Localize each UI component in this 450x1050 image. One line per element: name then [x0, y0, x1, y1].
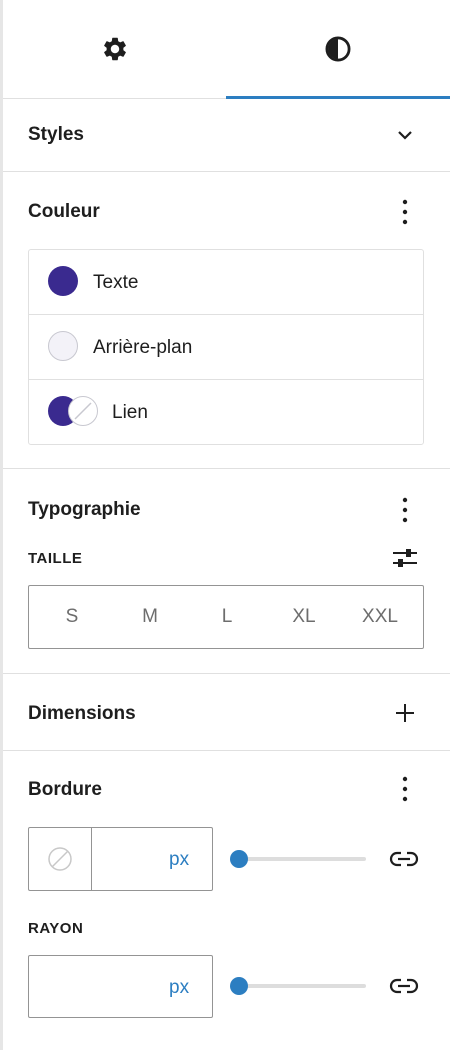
color-item-label: Arrière-plan — [93, 337, 193, 358]
border-title: Bordure — [28, 779, 102, 800]
color-item-link[interactable]: Lien — [29, 380, 423, 444]
link-icon — [389, 851, 419, 867]
no-border-style-icon — [48, 847, 72, 871]
border-panel: Bordure px RAYON px — [3, 751, 450, 1050]
color-panel: Couleur Texte Arrière-plan Lien — [3, 172, 450, 469]
typography-title: Typographie — [28, 499, 141, 520]
color-options-button[interactable] — [389, 196, 421, 228]
color-item-background[interactable]: Arrière-plan — [29, 315, 423, 379]
styles-panel[interactable]: Styles — [3, 98, 450, 172]
font-size-label: TAILLE — [28, 550, 83, 567]
styles-toggle-button[interactable] — [389, 119, 421, 151]
border-radius-label: RAYON — [28, 920, 84, 937]
tab-styles[interactable] — [226, 0, 450, 99]
border-width-link-button[interactable] — [388, 843, 420, 875]
font-size-option-l[interactable]: L — [184, 586, 270, 648]
half-contrast-icon — [325, 36, 351, 62]
dimensions-title: Dimensions — [28, 703, 136, 724]
border-width-unit[interactable]: px — [169, 849, 189, 871]
border-width-control: px — [28, 827, 213, 891]
border-color-style-button[interactable] — [29, 828, 92, 890]
no-color-slash-icon — [74, 402, 92, 420]
font-size-option-m[interactable]: M — [107, 586, 193, 648]
more-vertical-icon — [402, 776, 408, 802]
border-width-slider-track[interactable] — [236, 857, 366, 861]
color-item-label: Lien — [112, 402, 148, 423]
typography-options-button[interactable] — [389, 494, 421, 526]
border-radius-slider-track[interactable] — [236, 984, 366, 988]
border-radius-link-button[interactable] — [388, 970, 420, 1002]
custom-size-button[interactable] — [389, 542, 421, 574]
border-radius-control: px — [28, 955, 213, 1018]
typography-panel: Typographie TAILLE S M L XL XXL — [3, 469, 450, 674]
link-hover-swatch-none — [68, 396, 98, 426]
settings-sliders-icon — [393, 549, 417, 567]
chevron-down-icon — [398, 131, 412, 140]
border-width-slider-thumb[interactable] — [230, 850, 248, 868]
font-size-option-s[interactable]: S — [29, 586, 115, 648]
color-item-text[interactable]: Texte — [29, 250, 423, 314]
gear-icon — [103, 37, 126, 61]
tab-settings[interactable] — [3, 0, 226, 98]
border-radius-unit[interactable]: px — [169, 977, 189, 999]
background-color-swatch — [48, 331, 78, 361]
more-vertical-icon — [402, 199, 408, 225]
border-radius-slider-thumb[interactable] — [230, 977, 248, 995]
styles-title: Styles — [28, 124, 84, 145]
color-title: Couleur — [28, 201, 100, 222]
font-size-option-xxl[interactable]: XXL — [337, 586, 423, 648]
border-options-button[interactable] — [389, 773, 421, 805]
color-list: Texte Arrière-plan Lien — [28, 249, 424, 445]
color-item-label: Texte — [93, 272, 139, 293]
link-icon — [389, 978, 419, 994]
plus-icon — [396, 704, 414, 722]
border-width-input[interactable] — [93, 828, 212, 890]
inspector-tabs — [3, 0, 450, 99]
font-size-picker: S M L XL XXL — [28, 585, 424, 649]
more-vertical-icon — [402, 497, 408, 523]
dimensions-add-button[interactable] — [389, 697, 421, 729]
text-color-swatch — [48, 266, 78, 296]
font-size-option-xl[interactable]: XL — [261, 586, 347, 648]
dimensions-panel: Dimensions — [3, 674, 450, 751]
